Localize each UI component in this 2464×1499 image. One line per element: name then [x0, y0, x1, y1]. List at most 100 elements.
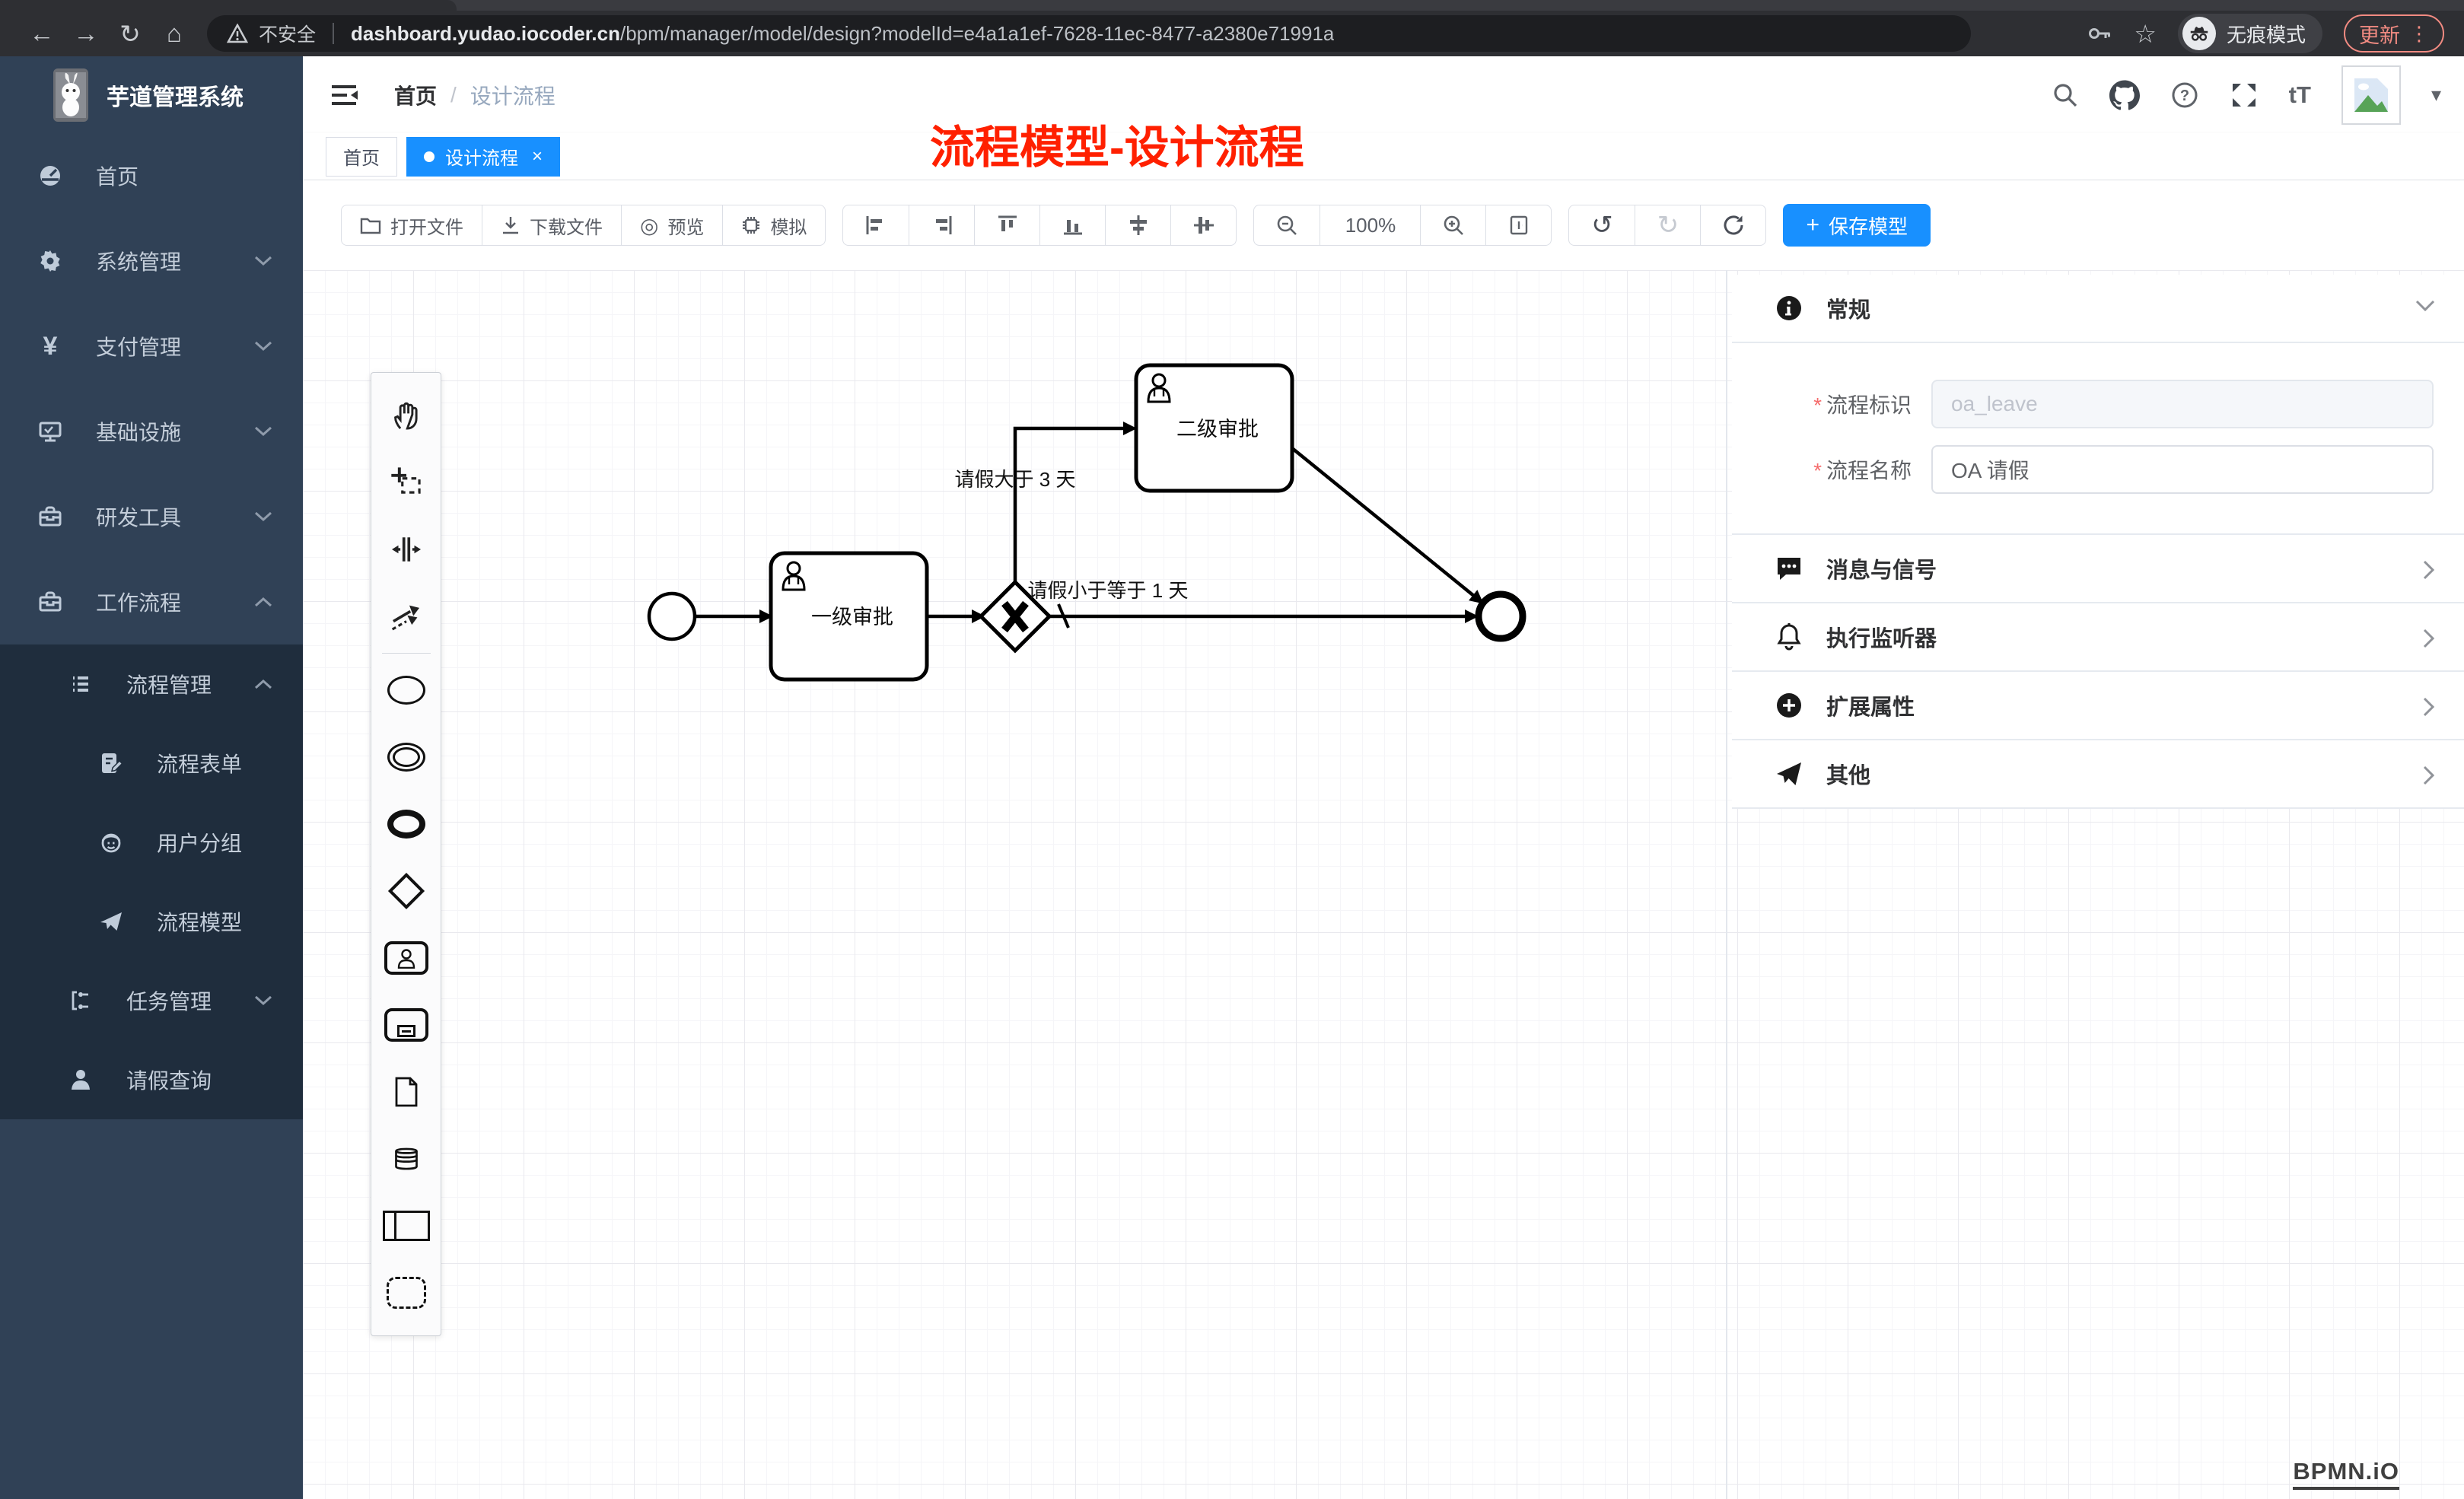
button-label: 打开文件 [390, 212, 463, 239]
align-top-button[interactable] [974, 205, 1039, 245]
section-execution-listener[interactable]: 执行监听器 [1732, 603, 2464, 672]
sidebar-item-dev-tools[interactable]: 研发工具 [0, 474, 303, 559]
panel-divider[interactable] [1726, 270, 1727, 1499]
yen-icon: ¥ [37, 332, 64, 361]
button-label: 下载文件 [530, 212, 603, 239]
section-general[interactable]: 常规 [1732, 275, 2464, 343]
zoom-in-button[interactable] [1420, 205, 1485, 245]
question-glyph: ? [2180, 88, 2189, 104]
zoom-out-icon [1275, 213, 1299, 237]
general-form: *流程标识 *流程名称 [1732, 343, 2464, 535]
flow-gateway-to-task2[interactable] [1015, 428, 1125, 584]
align-middle-button[interactable] [1170, 205, 1236, 245]
user-task-level1[interactable]: 一级审批 [771, 553, 927, 679]
font-size-icon[interactable]: tT [2289, 81, 2311, 109]
simulate-button[interactable]: 模拟 [722, 205, 825, 245]
process-key-input[interactable] [1931, 380, 2434, 428]
zoom-reset-button[interactable] [1485, 205, 1551, 245]
bpmn-io-logo[interactable]: BPMN.iO [2293, 1458, 2399, 1490]
browser-chrome: ← → ↻ ⌂ 不安全 dashboard.yudao.iocoder.cn/b… [0, 0, 2464, 56]
undo-button[interactable]: ↺ [1569, 205, 1635, 245]
home-icon[interactable]: ⌂ [152, 19, 196, 48]
app-logo[interactable]: 芋道管理系统 [0, 56, 303, 133]
sidebar-item-system[interactable]: 系统管理 [0, 218, 303, 304]
app-title: 芋道管理系统 [107, 78, 244, 112]
zoom-in-icon [1441, 213, 1466, 237]
hamburger-icon[interactable] [329, 82, 359, 108]
end-event[interactable] [1479, 594, 1523, 638]
warning-icon[interactable] [227, 24, 248, 43]
forward-icon[interactable]: → [64, 19, 108, 48]
user-task-level2[interactable]: 二级审批 [1136, 365, 1292, 491]
search-icon[interactable] [2052, 81, 2079, 109]
preview-button[interactable]: ◎ 预览 [621, 205, 722, 245]
sidebar-submenu: 流程管理 流程表单 用户分组 [0, 644, 303, 1119]
tab-label: 设计流程 [445, 143, 518, 170]
sidebar: 芋道管理系统 首页 系统管理 ¥ [0, 56, 303, 1499]
align-bottom-button[interactable] [1039, 205, 1105, 245]
sidebar-item-infrastructure[interactable]: 基础设施 [0, 389, 303, 474]
redo-button[interactable]: ↻ [1635, 205, 1700, 245]
sidebar-item-process-model[interactable]: 流程模型 [0, 882, 303, 961]
fullscreen-icon[interactable] [2230, 81, 2259, 110]
align-center-button[interactable] [1105, 205, 1170, 245]
sidebar-item-home[interactable]: 首页 [0, 133, 303, 218]
browser-active-tab[interactable] [0, 0, 457, 11]
flow-label-lte1day[interactable]: 请假小于等于 1 天 [1028, 579, 1189, 602]
save-model-button[interactable]: + 保存模型 [1783, 204, 1931, 247]
address-bar[interactable]: 不安全 dashboard.yudao.iocoder.cn/bpm/manag… [207, 15, 1971, 52]
download-file-button[interactable]: 下载文件 [482, 205, 621, 245]
reload-icon[interactable]: ↻ [108, 19, 152, 49]
open-file-button[interactable]: 打开文件 [342, 205, 482, 245]
folder-icon [360, 215, 381, 235]
sidebar-item-workflow[interactable]: 工作流程 [0, 559, 303, 644]
chevron-down-icon [254, 256, 272, 266]
section-extended-attributes[interactable]: 扩展属性 [1732, 672, 2464, 740]
flow-label-gt3days[interactable]: 请假大于 3 天 [955, 468, 1076, 491]
align-right-button[interactable] [909, 205, 974, 245]
align-left-button[interactable] [843, 205, 909, 245]
sidebar-item-process-form[interactable]: 流程表单 [0, 724, 303, 803]
logo-image [53, 68, 88, 122]
bookmark-star-icon[interactable]: ☆ [2134, 19, 2157, 49]
start-event[interactable] [649, 594, 695, 639]
sidebar-item-process-management[interactable]: 流程管理 [0, 644, 303, 724]
field-label-text: 流程名称 [1826, 459, 1912, 482]
url-text[interactable]: dashboard.yudao.iocoder.cn/bpm/manager/m… [351, 22, 1334, 46]
sidebar-item-user-group[interactable]: 用户分组 [0, 803, 303, 882]
chevron-down-icon [254, 995, 272, 1006]
sidebar-item-label: 请假查询 [126, 1065, 212, 1095]
tab-label: 首页 [343, 143, 380, 170]
breadcrumb-home[interactable]: 首页 [394, 80, 437, 110]
chip-icon [741, 215, 761, 235]
chevron-up-icon [254, 679, 272, 689]
update-button[interactable]: 更新 ⋮ [2344, 14, 2444, 53]
security-label[interactable]: 不安全 [259, 20, 316, 47]
help-icon[interactable]: ? [2170, 81, 2199, 110]
restart-button[interactable] [1700, 205, 1765, 245]
close-icon[interactable]: × [532, 146, 543, 167]
undo-icon: ↺ [1591, 210, 1613, 240]
tab-design-process[interactable]: 设计流程 × [406, 137, 560, 177]
sidebar-item-task-management[interactable]: 任务管理 [0, 961, 303, 1040]
tab-home[interactable]: 首页 [326, 137, 397, 177]
chevron-down-icon[interactable]: ▾ [2431, 83, 2441, 107]
gear-icon [37, 248, 64, 274]
field-label: *流程名称 [1732, 454, 1912, 485]
browser-menu-icon[interactable]: ⋮ [2409, 22, 2429, 46]
section-other[interactable]: 其他 [1732, 740, 2464, 809]
process-name-input[interactable] [1931, 445, 2434, 494]
key-icon[interactable] [2087, 21, 2112, 46]
section-message-signal[interactable]: 消息与信号 [1732, 535, 2464, 603]
flow-task2-to-end[interactable] [1292, 448, 1475, 597]
github-icon[interactable] [2109, 80, 2140, 110]
sidebar-item-payment[interactable]: ¥ 支付管理 [0, 304, 303, 389]
zoom-out-button[interactable] [1254, 205, 1320, 245]
back-icon[interactable]: ← [20, 19, 64, 48]
avatar[interactable] [2341, 65, 2401, 125]
sidebar-item-label: 任务管理 [126, 985, 212, 1016]
history-button-group: ↺ ↻ [1568, 205, 1766, 246]
bpmn-canvas[interactable]: 一级审批 二级审批 [303, 270, 2464, 1499]
download-icon [501, 215, 520, 235]
sidebar-item-leave-query[interactable]: 请假查询 [0, 1040, 303, 1119]
